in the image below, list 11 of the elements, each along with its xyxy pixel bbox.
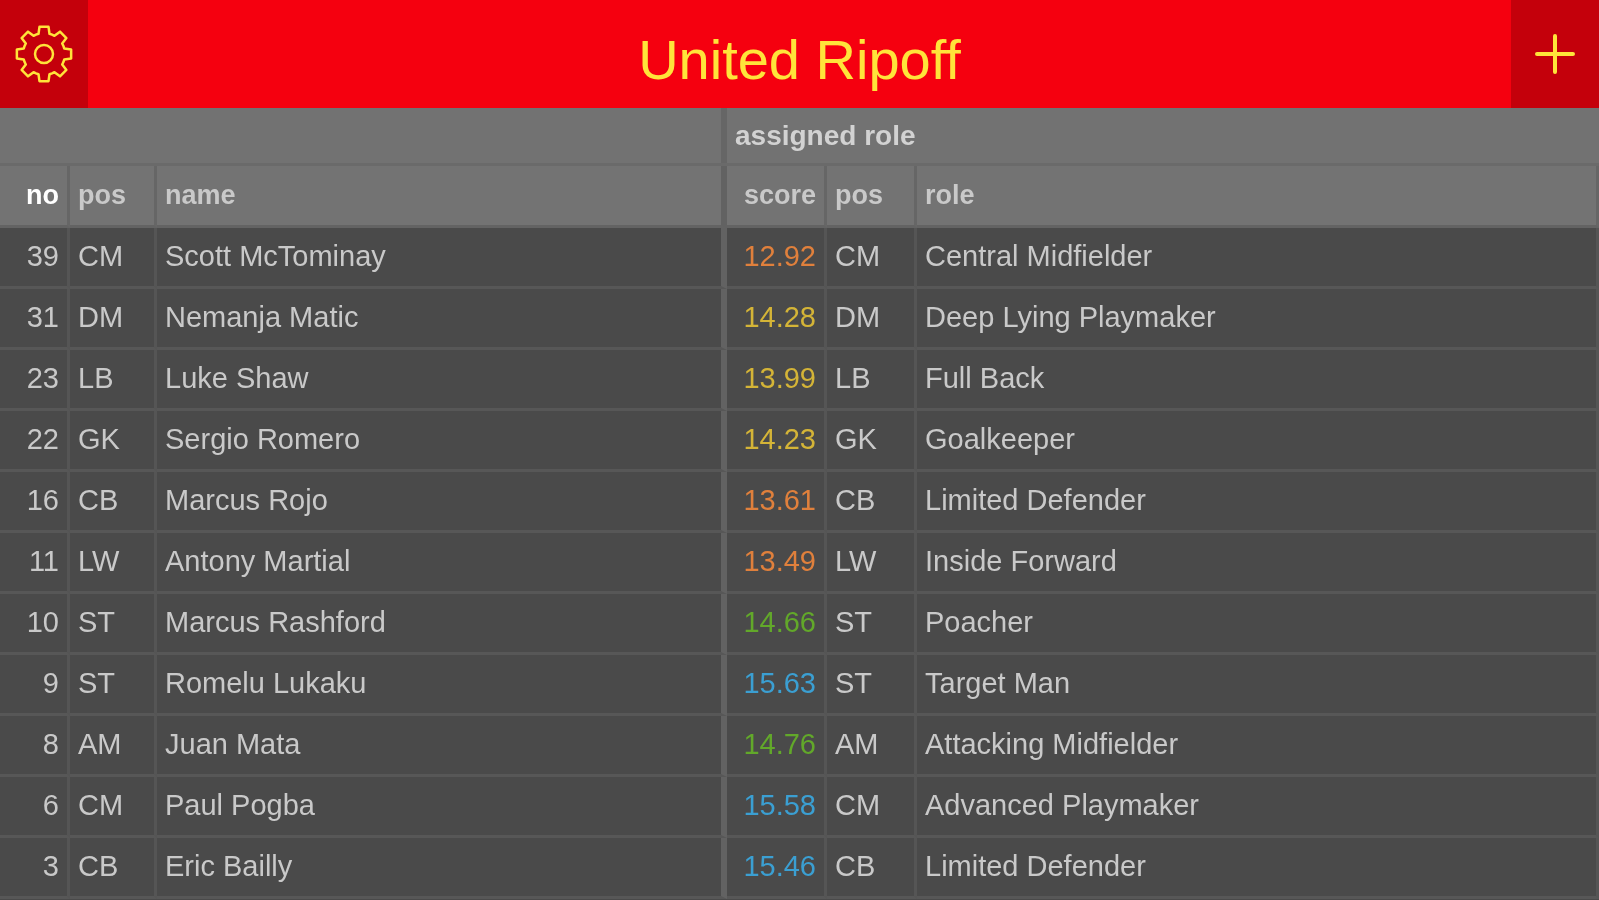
- settings-icon: [14, 24, 74, 84]
- score-cell: 15.46: [727, 838, 827, 899]
- table-cell: CB: [70, 838, 157, 899]
- group-header: assigned role: [734, 118, 916, 153]
- add-button[interactable]: [1511, 0, 1599, 108]
- table-cell: Eric Bailly: [157, 838, 727, 899]
- table-cell: Limited Defender: [917, 838, 1599, 899]
- table-cell: CB: [827, 838, 917, 899]
- table-cell: 3: [0, 838, 70, 899]
- plus-icon: [1535, 34, 1575, 74]
- settings-button[interactable]: [0, 0, 88, 108]
